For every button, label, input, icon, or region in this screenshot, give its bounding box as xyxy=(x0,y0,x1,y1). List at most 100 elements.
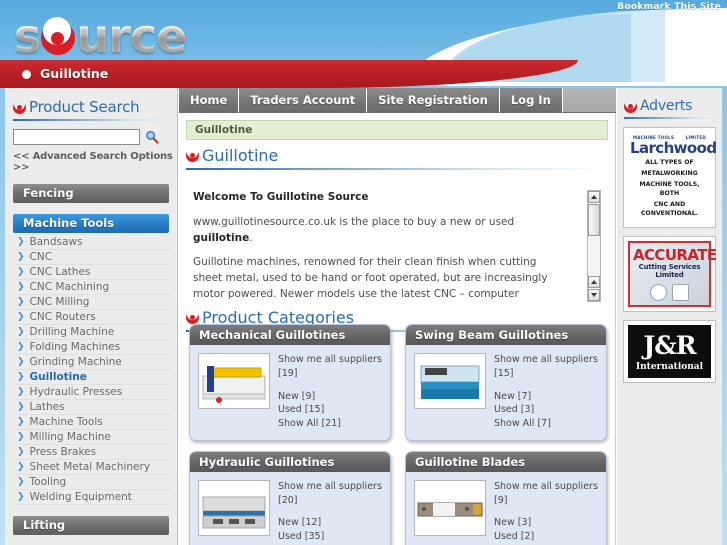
sidebar-item-milling-machine[interactable]: ❯ Milling Machine xyxy=(13,430,169,445)
show-all-link[interactable]: Show All [21] xyxy=(278,417,382,431)
chevron-right-icon: ❯ xyxy=(17,462,25,472)
logo-text-post: urce xyxy=(76,9,187,63)
intro-paragraph-1: www.guillotinesource.co.uk is the place … xyxy=(193,215,565,247)
sidebar-item-label: CNC Routers xyxy=(29,311,96,323)
scroll-up-icon-bottom[interactable] xyxy=(588,276,600,288)
show-all-suppliers-link[interactable]: Show me all suppliers xyxy=(278,480,382,494)
chevron-right-icon: ❯ xyxy=(17,417,25,427)
suppliers-count[interactable]: [15] xyxy=(494,367,598,381)
chevron-right-icon: ❯ xyxy=(17,282,25,292)
show-all-suppliers-link[interactable]: Show me all suppliers xyxy=(494,480,598,494)
tab-log-in[interactable]: Log In xyxy=(499,88,563,113)
larchwood-line3: MACHINE TOOLS, BOTH xyxy=(639,181,700,197)
product-thumbnail-icon[interactable] xyxy=(414,353,486,409)
advanced-search-options-link[interactable]: << Advanced Search Options >> xyxy=(5,145,177,173)
bookmark-this-site-link[interactable]: Bookmark This Site xyxy=(617,2,721,12)
sidebar-item-sheet-metal-machinery[interactable]: ❯ Sheet Metal Machinery xyxy=(13,460,169,475)
new-link[interactable]: New [12] xyxy=(278,516,382,530)
card-title[interactable]: Mechanical Guillotines xyxy=(190,325,390,345)
product-thumbnail-icon[interactable] xyxy=(198,479,270,536)
search-input[interactable] xyxy=(13,129,140,145)
scroll-up-icon[interactable] xyxy=(588,191,600,203)
main-nav-tabs: Home Traders Account Site Registration Log … xyxy=(179,88,616,113)
sidebar-item-cnc-milling[interactable]: ❯ CNC Milling xyxy=(13,295,169,310)
new-link[interactable]: New [7] xyxy=(494,390,598,404)
tab-traders-account[interactable]: Traders Account xyxy=(239,88,368,113)
sidebar-item-drilling-machine[interactable]: ❯ Drilling Machine xyxy=(13,325,169,340)
used-link[interactable]: Used [35] xyxy=(278,530,382,544)
logo-text-pre: s xyxy=(14,9,41,63)
search-icon[interactable] xyxy=(144,130,159,145)
category-card-hydraulic-guillotines: Hydraulic Guillotines Show me all supplie… xyxy=(189,450,391,545)
card-title[interactable]: Hydraulic Guillotines xyxy=(190,451,390,472)
new-link[interactable]: New [3] xyxy=(494,516,598,530)
sidebar-item-cnc-routers[interactable]: ❯ CNC Routers xyxy=(13,310,169,325)
sidebar-item-label: Bandsaws xyxy=(29,236,83,248)
scrollbar-thumb[interactable] xyxy=(588,204,600,236)
used-link[interactable]: Used [2] xyxy=(494,530,598,544)
intro-scrollbar[interactable] xyxy=(587,190,601,302)
sidebar-item-bandsaws[interactable]: ❯ Bandsaws xyxy=(13,235,169,250)
used-link[interactable]: Used [15] xyxy=(278,403,382,417)
sidebar-group-lifting[interactable]: Lifting xyxy=(13,516,169,535)
page-root: s urce Guillotine Bookmark This Site Prod… xyxy=(0,0,727,545)
sidebar-item-label: CNC Milling xyxy=(29,296,90,308)
chevron-right-icon: ❯ xyxy=(17,477,25,487)
sidebar-item-label: Hydraulic Presses xyxy=(29,386,123,398)
card-title[interactable]: Guillotine Blades xyxy=(406,451,606,472)
tab-site-registration[interactable]: Site Registration xyxy=(367,88,500,113)
category-card-guillotine-blades: Guillotine Blades Show me all suppliers [9… xyxy=(405,450,607,545)
sidebar-item-label: Folding Machines xyxy=(29,341,121,353)
banner-bullet-icon xyxy=(22,70,31,79)
sidebar-group-machine-tools[interactable]: Machine Tools xyxy=(13,214,169,233)
sidebar-item-welding-equipment[interactable]: ❯ Welding Equipment xyxy=(13,490,169,505)
breadcrumb[interactable]: Guillotine xyxy=(186,120,608,140)
card-body: Show me all suppliers [19] New [9] Used [15… xyxy=(190,345,390,440)
right-edge-strip xyxy=(722,88,727,545)
advert-larchwood[interactable]: MACHINE TOOLS LIMITED Larchwood ALL TYPE… xyxy=(623,127,717,228)
sidebar-item-cnc[interactable]: ❯ CNC xyxy=(13,250,169,265)
card-links: Show me all suppliers [15] New [7] Used [3]… xyxy=(494,353,598,431)
scroll-down-icon[interactable] xyxy=(588,289,600,301)
advert-jr-international[interactable]: J&R International xyxy=(623,320,716,383)
sidebar-item-tooling[interactable]: ❯ Tooling xyxy=(13,475,169,490)
jr-name: International xyxy=(635,362,704,372)
sidebar-item-hydraulic-presses[interactable]: ❯ Hydraulic Presses xyxy=(13,385,169,400)
bullet-icon xyxy=(624,97,637,113)
show-all-suppliers-link[interactable]: Show me all suppliers xyxy=(494,353,598,367)
advert-accurate[interactable]: ACCURATE Cutting Services Limited xyxy=(623,236,717,312)
sidebar-item-guillotine[interactable]: ❯ Guillotine xyxy=(13,370,169,385)
sidebar-item-label: Milling Machine xyxy=(29,431,111,443)
suppliers-count[interactable]: [19] xyxy=(278,367,382,381)
intro-p1-pre: www.guillotinesource.co.uk is the place … xyxy=(193,215,515,228)
sidebar-group-fencing[interactable]: Fencing xyxy=(13,184,169,203)
accurate-badges xyxy=(633,284,706,301)
larchwood-name: Larchwood xyxy=(630,139,717,157)
sidebar-item-folding-machines[interactable]: ❯ Folding Machines xyxy=(13,340,169,355)
sidebar-item-lathes[interactable]: ❯ Lathes xyxy=(13,400,169,415)
adverts-panel: Adverts MACHINE TOOLS LIMITED Larchwood … xyxy=(617,88,722,545)
tab-home[interactable]: Home xyxy=(179,88,240,113)
sidebar-item-cnc-lathes[interactable]: ❯ CNC Lathes xyxy=(13,265,169,280)
suppliers-count[interactable]: [9] xyxy=(494,494,598,508)
new-link[interactable]: New [9] xyxy=(278,390,382,404)
banner-label: Guillotine xyxy=(40,66,109,81)
sidebar-item-machine-tools[interactable]: ❯ Machine Tools xyxy=(13,415,169,430)
sidebar-item-press-brakes[interactable]: ❯ Press Brakes xyxy=(13,445,169,460)
section-rule-guillotine xyxy=(186,168,606,170)
used-link[interactable]: Used [3] xyxy=(494,403,598,417)
show-all-suppliers-link[interactable]: Show me all suppliers xyxy=(278,353,382,367)
product-thumbnail-icon[interactable] xyxy=(414,479,486,536)
suppliers-count[interactable]: [20] xyxy=(278,494,382,508)
sidebar-item-cnc-machining[interactable]: ❯ CNC Machining xyxy=(13,280,169,295)
card-body: Show me all suppliers[9]New [3]Used [2]S… xyxy=(406,472,606,545)
card-title[interactable]: Swing Beam Guillotines xyxy=(406,325,606,345)
logo-o-icon xyxy=(41,17,76,55)
product-thumbnail-icon[interactable] xyxy=(198,353,270,409)
intro-box: Welcome To Guillotine Source www.guillot… xyxy=(193,190,601,302)
show-all-link[interactable]: Show All [7] xyxy=(494,417,598,431)
site-logo[interactable]: s urce xyxy=(14,13,187,59)
chevron-right-icon: ❯ xyxy=(17,357,25,367)
intro-heading: Welcome To Guillotine Source xyxy=(193,191,369,203)
sidebar-item-grinding-machine[interactable]: ❯ Grinding Machine xyxy=(13,355,169,370)
